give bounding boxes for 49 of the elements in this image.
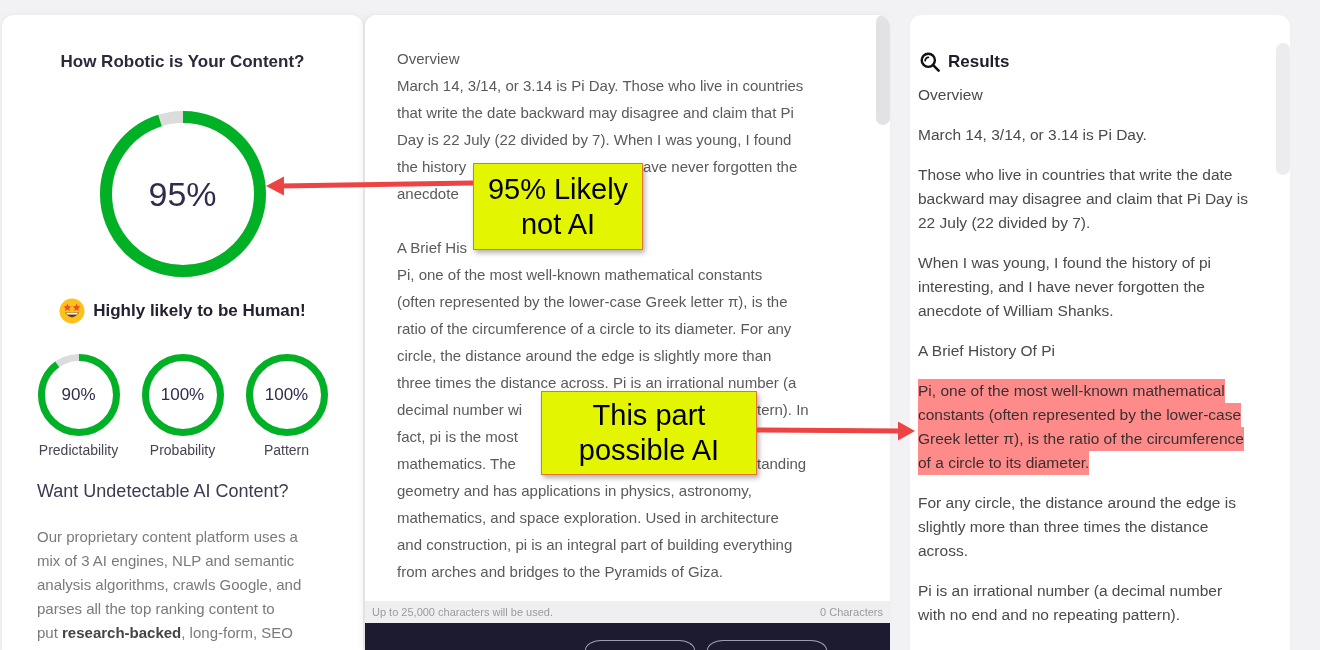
metric-value: 90%	[61, 385, 96, 405]
metric-value: 100%	[264, 385, 309, 405]
result-text: A Brief History Of Pi	[918, 341, 1055, 361]
editor-text: decimal number wi	[397, 400, 523, 420]
editor-text: tanding	[757, 454, 807, 474]
annotation-callout: This part possible AI	[541, 391, 757, 475]
result-text: For any circle, the distance around the edge is slightly more than three times the distance across.	[918, 493, 1236, 561]
character-limit-note: Up to 25,000 characters will be used.	[372, 606, 553, 618]
editor-text: and construction, pi is an integral part of building everything	[397, 535, 793, 555]
editor-text: from arches and bridges to the Pyramids of Giza.	[397, 562, 723, 582]
metric-value: 100%	[160, 385, 205, 405]
editor-text: geometry and has applications in physics, astronomy,	[397, 481, 752, 501]
editor-text: Pi, one of the most well-known mathematical constants	[397, 265, 763, 285]
editor-text: mathematics, and space exploration. Used in architecture	[397, 508, 779, 528]
metric-label: Predictability	[38, 441, 119, 459]
panel-title: How Robotic is Your Content?	[60, 51, 305, 73]
editor-text: ave never forgotten the	[643, 157, 798, 177]
metric-label: Probability	[149, 441, 216, 459]
promo-heading: Want Undetectable AI Content?	[37, 480, 289, 503]
editor-text: (often represented by the lower-case Greek letter π), is the	[397, 292, 788, 312]
editor-text: mathematics. The	[397, 454, 516, 474]
verdict-text: Highly likely to be Human!	[93, 301, 306, 321]
editor-text: A Brief His	[397, 238, 468, 258]
editor-text: fact, pi is the most	[397, 427, 518, 447]
annotation-callout: 95% Likely not AI	[473, 163, 643, 250]
editor-text: ratio of the circumference of a circle to its diameter. For any	[397, 319, 792, 339]
editor-text: tern). In	[757, 400, 809, 420]
results-title: Results	[948, 52, 1010, 72]
promo-text: Our proprietary content platform uses a mix of 3 AI engines, NLP and semantic analysis algorithms, crawls Google, and parses all the top ranking content to put research-backed, long-form, SEO	[37, 527, 302, 643]
editor-text: that write the date backward may disagree and claim that Pi	[397, 103, 794, 123]
result-text: March 14, 3/14, or 3.14 is Pi Day.	[918, 125, 1147, 145]
search-icon	[920, 52, 940, 72]
metric-label: Pattern	[263, 441, 310, 459]
result-text: Overview	[918, 85, 983, 105]
editor-text: Day is 22 July (22 divided by 7). When I was young, I found	[397, 130, 792, 150]
editor-text: March 14, 3/14, or 3.14 is Pi Day. Those who live in countries	[397, 76, 804, 96]
editor-text: Overview	[397, 49, 460, 69]
editor-text: three times the distance across. Pi is an irrational number (a	[397, 373, 797, 393]
star-struck-face-icon	[59, 298, 86, 324]
result-text: When I was young, I found the history of pi interesting, and I have never forgotten the anecdote of William Shanks.	[918, 253, 1211, 321]
scrollbar[interactable]	[876, 15, 890, 125]
result-text: Those who live in countries that write the date backward may disagree and claim that Pi Day is 22 July (22 divided by 7).	[918, 165, 1248, 233]
score-value: 95%	[148, 174, 217, 214]
editor-text: circle, the distance around the edge is slightly more than	[397, 346, 772, 366]
editor-text: anecdote	[397, 184, 459, 204]
result-text: Pi is an irrational number (a decimal number with no end and no repeating pattern).	[918, 581, 1223, 625]
character-count: 0 Characters	[820, 606, 883, 618]
editor-text: the history	[397, 157, 467, 177]
highlighted-text: Pi, one of the most well-known mathematical constants (often represented by the lower-case Greek letter π), is the ratio of the circumference of a circle to its diameter.	[918, 379, 1244, 475]
